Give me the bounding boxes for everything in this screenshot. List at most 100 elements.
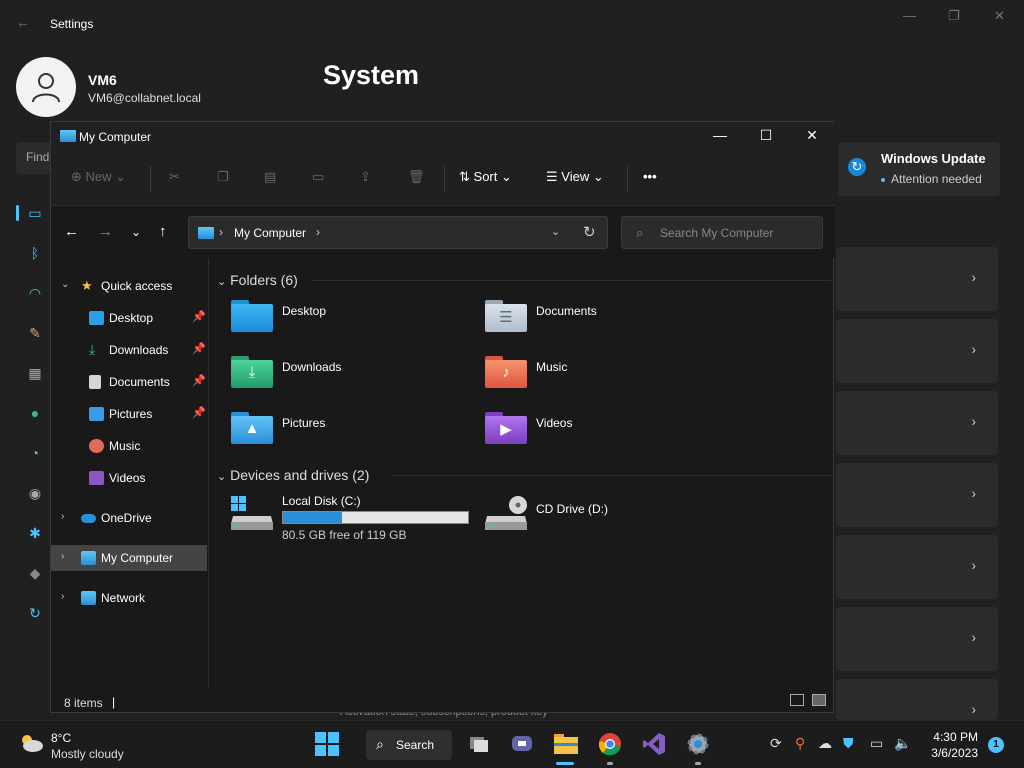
settings-card[interactable]: › — [836, 679, 998, 720]
minimize-icon[interactable]: — — [903, 8, 916, 23]
pin-icon[interactable]: 📌 — [192, 310, 206, 323]
accessibility-icon[interactable]: ✱ — [26, 524, 44, 542]
settings-card[interactable]: › — [836, 607, 998, 671]
volume-icon[interactable]: 🔈 — [894, 735, 911, 752]
cut-icon[interactable]: ✂ — [169, 169, 180, 185]
apps-icon[interactable]: ▦ — [26, 364, 44, 382]
drive-local-disk-c[interactable]: Local Disk (C:) 80.5 GB free of 119 GB — [211, 492, 471, 542]
sidebar-item-desktop[interactable]: Desktop 📌 — [51, 305, 207, 331]
settings-card[interactable]: › — [836, 463, 998, 527]
rename-icon[interactable]: ▭ — [312, 169, 324, 185]
task-view-button[interactable] — [466, 731, 492, 757]
search-box[interactable]: ⌕ — [621, 216, 823, 249]
downloads-folder-icon: ⤓ — [231, 356, 273, 388]
folder-pictures[interactable]: ▲ Pictures — [211, 410, 451, 456]
maximize-icon[interactable]: ☐ — [751, 127, 781, 144]
settings-card[interactable]: › — [836, 247, 998, 311]
paste-icon[interactable]: ▤ — [264, 169, 276, 185]
back-arrow-icon[interactable]: ← — [64, 223, 79, 240]
minimize-icon[interactable]: — — [705, 127, 735, 143]
settings-taskbar-button[interactable] — [685, 731, 711, 757]
chevron-right-icon[interactable]: › — [61, 591, 64, 602]
details-view-icon[interactable] — [790, 694, 804, 706]
share-icon[interactable]: ⇪ — [360, 169, 371, 185]
bluetooth-icon[interactable]: ᛒ — [26, 244, 44, 262]
teams-chat-button[interactable] — [509, 731, 535, 757]
pin-icon[interactable]: 📌 — [192, 374, 206, 387]
network-status-icon[interactable]: ▭ — [870, 735, 883, 752]
breadcrumb-chevron-icon[interactable]: › — [316, 225, 320, 239]
folder-music[interactable]: ♪ Music — [465, 354, 705, 400]
taskbar-search-button[interactable]: ⌕ Search — [366, 730, 452, 760]
sidebar-item-quick-access[interactable]: ⌄ ★ Quick access — [51, 273, 207, 299]
chevron-down-icon[interactable]: ⌄ — [61, 279, 69, 290]
search-input[interactable] — [660, 223, 815, 243]
back-arrow-icon[interactable]: ← — [16, 14, 30, 30]
pin-icon[interactable]: 📌 — [192, 406, 206, 419]
visual-studio-button[interactable] — [641, 731, 667, 757]
personalization-icon[interactable]: ✎ — [26, 324, 44, 342]
security-shield-icon[interactable]: ⛊ — [843, 735, 854, 752]
sidebar-item-downloads[interactable]: ⤓ Downloads 📌 — [51, 337, 207, 363]
folders-group-header[interactable]: ⌄ Folders (6) — [217, 272, 298, 288]
up-arrow-icon[interactable]: ↑ — [159, 223, 167, 240]
settings-card[interactable]: › — [836, 319, 998, 383]
avatar[interactable] — [16, 57, 76, 117]
drives-group-header[interactable]: ⌄ Devices and drives (2) — [217, 467, 369, 483]
system-icon[interactable]: ▭ — [26, 204, 44, 222]
chrome-button[interactable] — [597, 731, 623, 757]
pin-icon[interactable]: 📌 — [192, 342, 206, 355]
chevron-right-icon[interactable]: › — [61, 551, 64, 562]
accounts-icon[interactable]: ● — [26, 404, 44, 422]
sidebar-item-pictures[interactable]: Pictures 📌 — [51, 401, 207, 427]
chevron-right-icon[interactable]: › — [61, 511, 64, 522]
clock-date[interactable]: 3/6/2023 — [918, 746, 978, 760]
forward-arrow-icon[interactable]: → — [98, 223, 113, 240]
windows-update-card[interactable]: ↻ Windows Update Attention needed — [838, 142, 1000, 196]
folder-videos[interactable]: ▶ Videos — [465, 410, 705, 456]
explorer-titlebar[interactable]: My Computer — ☐ ✕ — [51, 122, 835, 152]
restore-icon[interactable]: ❐ — [948, 8, 960, 24]
sidebar-item-my-computer[interactable]: › My Computer — [51, 545, 207, 571]
magnifier-icon[interactable]: ⚲ — [795, 735, 805, 752]
large-icons-view-icon[interactable] — [812, 694, 826, 706]
sync-icon[interactable]: ⟳ — [770, 735, 782, 752]
folder-documents[interactable]: ☰ Documents — [465, 298, 705, 344]
sidebar-item-documents[interactable]: Documents 📌 — [51, 369, 207, 395]
address-dropdown-icon[interactable]: ⌄ — [551, 225, 560, 238]
notification-badge[interactable]: 1 — [988, 737, 1004, 753]
document-icon — [89, 375, 101, 389]
network-icon — [81, 591, 96, 605]
close-icon[interactable]: ✕ — [994, 8, 1005, 24]
sidebar-item-videos[interactable]: Videos — [51, 465, 207, 491]
breadcrumb-chevron-icon[interactable]: › — [219, 225, 223, 239]
time-language-icon[interactable]: ◔ — [26, 444, 44, 462]
refresh-icon[interactable]: ↻ — [583, 223, 596, 241]
recent-locations-icon[interactable]: ⌄ — [131, 225, 141, 239]
delete-icon[interactable]: 🗑 — [408, 169, 425, 185]
sort-button[interactable]: ⇅ Sort ⌄ — [459, 169, 512, 185]
new-button[interactable]: ⊕ New ⌄ — [71, 169, 126, 185]
close-icon[interactable]: ✕ — [797, 127, 827, 144]
onedrive-icon[interactable]: ☁ — [818, 735, 832, 752]
view-button[interactable]: ☰ View ⌄ — [546, 169, 604, 185]
network-icon[interactable]: ◠ — [26, 284, 44, 302]
gaming-icon[interactable]: ◉ — [26, 484, 44, 502]
sidebar-item-onedrive[interactable]: › OneDrive — [51, 505, 207, 531]
windows-update-nav-icon[interactable]: ↻ — [26, 604, 44, 622]
folder-desktop[interactable]: Desktop — [211, 298, 451, 344]
settings-card[interactable]: › — [836, 391, 998, 455]
breadcrumb[interactable]: My Computer — [234, 226, 306, 240]
file-explorer-taskbar-button[interactable] — [553, 731, 579, 757]
sidebar-item-music[interactable]: Music — [51, 433, 207, 459]
privacy-shield-icon[interactable]: ◆ — [26, 564, 44, 582]
folder-downloads[interactable]: ⤓ Downloads — [211, 354, 451, 400]
start-button[interactable] — [314, 731, 340, 757]
sidebar-item-network[interactable]: › Network — [51, 585, 207, 611]
settings-card[interactable]: › — [836, 535, 998, 599]
clock-time[interactable]: 4:30 PM — [928, 730, 978, 744]
drive-cd-d[interactable]: CD Drive (D:) — [465, 492, 725, 540]
more-options-button[interactable]: ••• — [643, 169, 657, 184]
copy-icon[interactable]: ❐ — [217, 169, 229, 185]
address-bar[interactable]: › My Computer › ⌄ ↻ — [188, 216, 608, 249]
